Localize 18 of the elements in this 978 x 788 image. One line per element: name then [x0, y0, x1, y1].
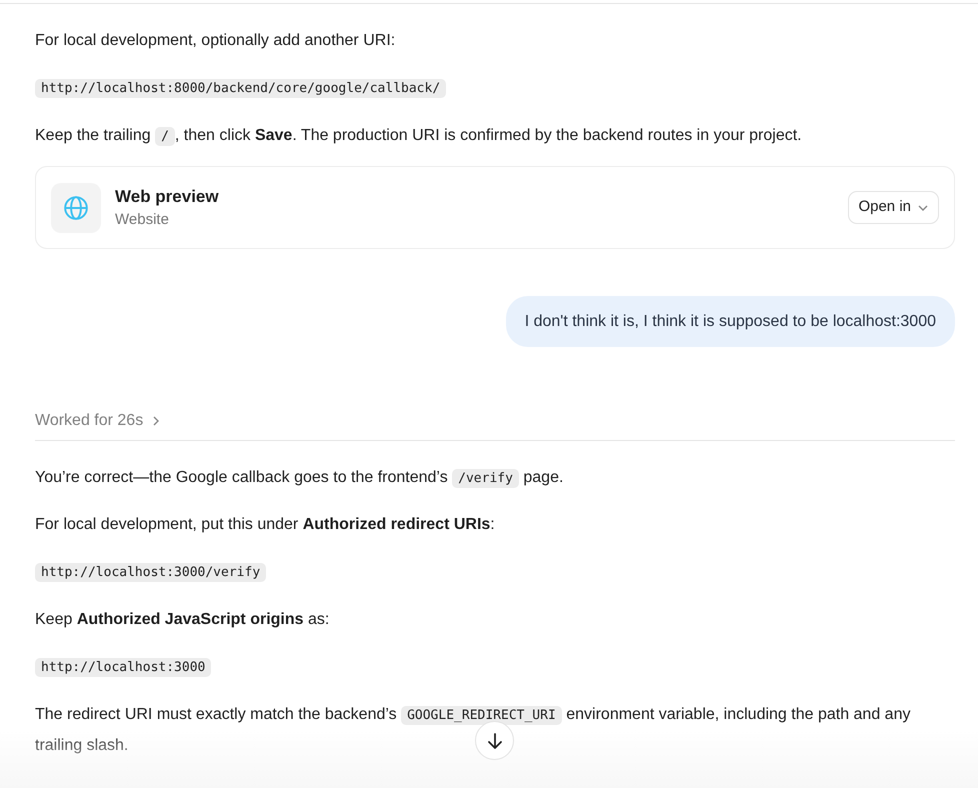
code-snippet: http://localhost:3000 — [35, 658, 212, 677]
code-snippet: http://localhost:8000/backend/core/google/callback/ — [35, 79, 446, 98]
down-arrow-icon — [486, 732, 504, 750]
open-in-button[interactable]: Open in — [848, 191, 939, 224]
message-paragraph: Keep the trailing / , then click Save. The production URI is confirmed by the backend routes in your project. — [35, 126, 803, 148]
message-paragraph: For local development, put this under Authorized redirect URIs: — [35, 515, 496, 535]
message-paragraph: You’re correct—the Google callback goes to the frontend’s /verify page. — [35, 468, 564, 490]
preview-title: Web preview — [115, 186, 220, 208]
worked-for-toggle[interactable]: Worked for 26s — [35, 409, 162, 433]
preview-subtitle: Website — [115, 210, 170, 230]
message-paragraph: For local development, optionally add another URI: — [35, 31, 396, 51]
message-paragraph: The redirect URI must exactly match the backend’s GOOGLE_REDIRECT_URI environment variable, including the path and any trailing slash. — [35, 705, 912, 756]
user-message-bubble: I don't think it is, I think it is supposed to be localhost:3000 — [506, 296, 955, 347]
code-snippet: http://localhost:3000/verify — [35, 563, 266, 582]
scroll-down-button[interactable] — [475, 721, 514, 760]
globe-icon — [51, 182, 101, 232]
message-paragraph: Keep Authorized JavaScript origins as: — [35, 610, 330, 630]
chevron-icon — [151, 415, 162, 427]
